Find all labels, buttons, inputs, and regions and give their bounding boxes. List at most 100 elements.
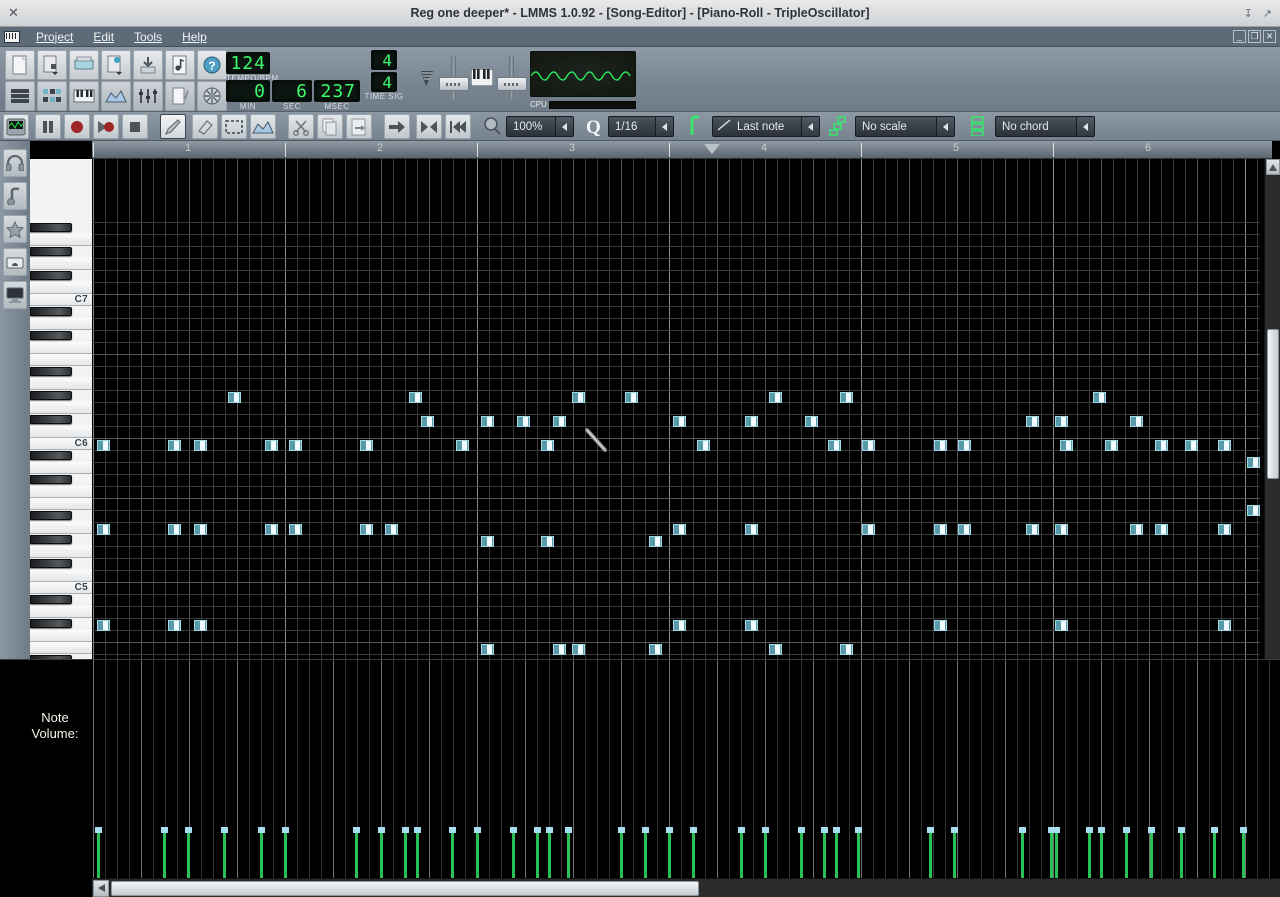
vertical-scrollbar-thumb[interactable] <box>1267 329 1279 479</box>
note-block[interactable] <box>625 392 638 403</box>
note-block[interactable] <box>934 524 947 535</box>
note-block[interactable] <box>1130 524 1143 535</box>
note-block[interactable] <box>553 416 566 427</box>
note-block[interactable] <box>1247 457 1260 468</box>
help-button[interactable]: ? <box>197 50 227 80</box>
velocity-bar[interactable] <box>1242 830 1245 878</box>
note-block[interactable] <box>1185 440 1198 451</box>
record-button[interactable] <box>64 114 90 139</box>
note-block[interactable] <box>828 440 841 451</box>
velocity-handle[interactable] <box>1086 827 1093 833</box>
velocity-handle[interactable] <box>798 827 805 833</box>
piano-white-key[interactable] <box>30 378 92 390</box>
velocity-handle[interactable] <box>1098 827 1105 833</box>
note-block[interactable] <box>840 644 853 655</box>
velocity-handle[interactable] <box>402 827 409 833</box>
note-block[interactable] <box>1218 440 1231 451</box>
sidebar-item-instrument-plugins[interactable] <box>3 149 27 177</box>
note-block[interactable] <box>289 524 302 535</box>
piano-black-key[interactable] <box>30 331 72 340</box>
velocity-bar[interactable] <box>764 830 767 878</box>
velocity-bar[interactable] <box>163 830 166 878</box>
note-block[interactable] <box>456 440 469 451</box>
note-block[interactable] <box>1026 416 1039 427</box>
new-project-button[interactable] <box>5 50 35 80</box>
piano-black-key[interactable] <box>30 247 72 256</box>
note-block[interactable] <box>862 440 875 451</box>
note-block[interactable] <box>697 440 710 451</box>
note-block[interactable] <box>385 524 398 535</box>
velocity-bar[interactable] <box>97 830 100 878</box>
chevron-left-icon[interactable] <box>555 117 573 136</box>
stop-button[interactable] <box>122 114 148 139</box>
piano-black-key[interactable] <box>30 595 72 604</box>
tempo-display[interactable]: 124 TEMPO/BPM <box>226 52 278 83</box>
velocity-bar[interactable] <box>823 830 826 878</box>
velocity-bar[interactable] <box>1150 830 1153 878</box>
note-block[interactable] <box>265 440 278 451</box>
shade-icon[interactable]: ↧ <box>1244 7 1253 20</box>
piano-white-key[interactable] <box>30 630 92 642</box>
song-editor-button[interactable] <box>5 81 35 111</box>
velocity-handle[interactable] <box>258 827 265 833</box>
automation-editor-button[interactable] <box>101 81 131 111</box>
velocity-bar[interactable] <box>1021 830 1024 878</box>
velocity-bar[interactable] <box>1055 830 1058 878</box>
sidebar-item-my-computer[interactable] <box>3 281 27 309</box>
velocity-handle[interactable] <box>474 827 481 833</box>
note-block[interactable] <box>769 392 782 403</box>
note-block[interactable] <box>421 416 434 427</box>
velocity-handle[interactable] <box>1240 827 1247 833</box>
beat-bassline-editor-button[interactable] <box>37 81 67 111</box>
piano-black-key[interactable] <box>30 451 72 460</box>
select-mode-button[interactable] <box>221 114 247 139</box>
note-block[interactable] <box>1105 440 1118 451</box>
note-block[interactable] <box>572 644 585 655</box>
note-block[interactable] <box>1155 524 1168 535</box>
piano-black-key[interactable] <box>30 511 72 520</box>
save-project-button[interactable] <box>101 50 131 80</box>
velocity-bar[interactable] <box>187 830 190 878</box>
note-block[interactable] <box>805 416 818 427</box>
velocity-bar[interactable] <box>1213 830 1216 878</box>
menu-item-help[interactable]: Help <box>172 29 217 45</box>
note-block[interactable] <box>194 620 207 631</box>
velocity-handle[interactable] <box>378 827 385 833</box>
note-block[interactable] <box>649 536 662 547</box>
oscilloscope[interactable] <box>530 51 636 97</box>
note-block[interactable] <box>409 392 422 403</box>
note-block[interactable] <box>1055 524 1068 535</box>
velocity-bar[interactable] <box>857 830 860 878</box>
piano-white-key[interactable] <box>30 318 92 330</box>
zoom-combo[interactable]: 100% <box>506 116 574 137</box>
velocity-handle[interactable] <box>927 827 934 833</box>
piano-black-key[interactable] <box>30 619 72 628</box>
velocity-bar[interactable] <box>1088 830 1091 878</box>
loop-start-button[interactable] <box>445 114 471 139</box>
velocity-handle[interactable] <box>546 827 553 833</box>
master-pitch-slider[interactable] <box>497 77 527 91</box>
timesig-denominator[interactable]: 4 <box>371 72 397 92</box>
piano-white-key[interactable] <box>30 498 92 510</box>
piano-black-key[interactable] <box>30 415 72 424</box>
velocity-handle[interactable] <box>1123 827 1130 833</box>
menu-item-project[interactable]: Project <box>26 29 83 45</box>
piano-white-key[interactable] <box>30 486 92 498</box>
cut-button[interactable] <box>288 114 314 139</box>
piano-white-key[interactable] <box>30 462 92 474</box>
piano-black-key[interactable] <box>30 391 72 400</box>
note-block[interactable] <box>1130 416 1143 427</box>
open-project-button[interactable] <box>37 50 67 80</box>
note-block[interactable] <box>1060 440 1073 451</box>
velocity-bar[interactable] <box>380 830 383 878</box>
sidebar-item-my-samples[interactable] <box>3 182 27 210</box>
velocity-bar[interactable] <box>536 830 539 878</box>
velocity-bar[interactable] <box>953 830 956 878</box>
quantize-combo[interactable]: 1/16 <box>608 116 674 137</box>
piano-black-key[interactable] <box>30 223 72 232</box>
piano-white-key[interactable] <box>30 642 92 654</box>
chord-combo[interactable]: No chord <box>995 116 1095 137</box>
note-length-combo[interactable]: Last note <box>712 116 820 137</box>
import-button[interactable] <box>165 50 195 80</box>
note-block[interactable] <box>1055 620 1068 631</box>
